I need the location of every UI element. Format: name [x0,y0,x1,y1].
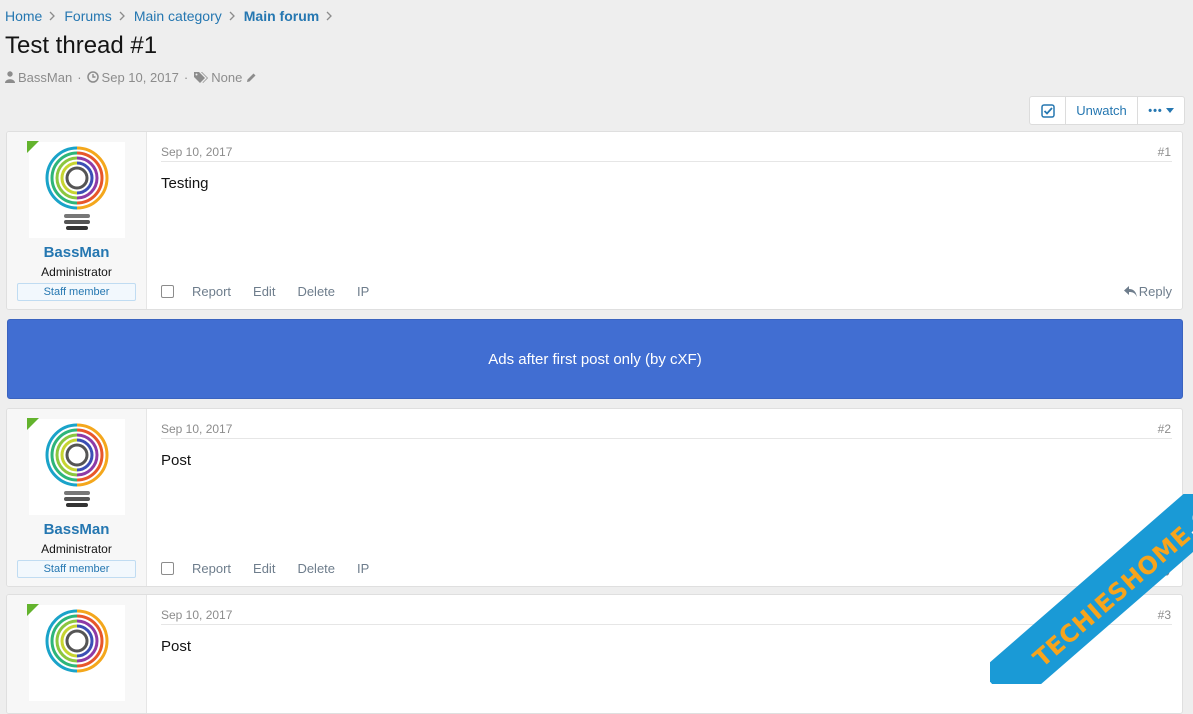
reply-button[interactable]: Reply [1123,283,1172,299]
post-body: Post [161,638,192,655]
post-number-link[interactable]: #3 [1158,608,1172,622]
ip-link[interactable]: IP [357,561,369,576]
post-select-checkbox[interactable] [161,561,174,575]
username-link[interactable]: BassMan [44,244,110,261]
post-number-link[interactable]: #2 [1158,422,1172,436]
staff-badge: Staff member [17,560,136,578]
online-indicator [27,418,39,430]
ad-text: Ads after first post only (by cXF) [488,350,702,368]
chevron-right-icon [326,11,333,21]
post-date-link[interactable]: Sep 10, 2017 [161,608,232,622]
avatar[interactable] [28,605,125,701]
post-user-panel [7,595,147,713]
thread-toolbar: Unwatch ••• [1029,96,1185,125]
breadcrumb: Home Forums Main category Main forum [5,6,341,26]
post-content: Sep 10, 2017 #1 Testing Report Edit Dele… [147,132,1182,309]
user-title: Administrator [41,265,112,279]
edit-link[interactable]: Edit [253,284,275,299]
post-user-panel: BassMan Administrator Staff member [7,409,147,586]
avatar[interactable] [28,142,125,238]
report-link[interactable]: Report [192,284,231,299]
caret-down-icon [1165,108,1174,113]
meta-separator: · [183,69,189,85]
ad-banner[interactable]: Ads after first post only (by cXF) [7,319,1183,399]
post-body: Post [161,452,192,469]
thread-tags: None [211,69,243,85]
select-posts-button[interactable] [1030,97,1066,124]
check-square-icon [1040,103,1055,118]
chevron-right-icon [49,11,56,21]
post-user-panel: BassMan Administrator Staff member [7,132,147,309]
breadcrumb-main-category[interactable]: Main category [134,8,222,24]
reply-icon [1123,562,1137,574]
post-1: BassMan Administrator Staff member Sep 1… [6,131,1183,310]
post-header: Sep 10, 2017 #1 [161,132,1172,162]
breadcrumb-forums[interactable]: Forums [64,8,111,24]
online-indicator [27,604,39,616]
post-actions: Report Edit Delete IP Reply [161,282,1172,300]
post-body: Testing [161,175,209,192]
post-actions: Report Edit Delete IP Reply [161,559,1172,577]
reply-label: Reply [1138,560,1172,576]
chevron-right-icon [119,11,126,21]
delete-link[interactable]: Delete [297,284,335,299]
user-icon [5,71,15,83]
breadcrumb-home[interactable]: Home [5,8,42,24]
thread-meta: BassMan · Sep 10, 2017 · None [5,68,260,86]
staff-badge: Staff member [17,283,136,301]
online-indicator [27,141,39,153]
post-number-link[interactable]: #1 [1158,145,1172,159]
post-content: Sep 10, 2017 #3 Post [147,595,1182,713]
more-dots-label: ••• [1148,104,1163,117]
post-header: Sep 10, 2017 #3 [161,595,1172,625]
post-select-checkbox[interactable] [161,284,174,298]
unwatch-button[interactable]: Unwatch [1066,97,1138,124]
ip-link[interactable]: IP [357,284,369,299]
reply-button[interactable]: Reply [1123,560,1172,576]
page-title: Test thread #1 [5,32,158,59]
post-date-link[interactable]: Sep 10, 2017 [161,145,232,159]
delete-link[interactable]: Delete [297,561,335,576]
edit-tags-pencil-icon[interactable] [246,72,257,83]
reply-icon [1123,285,1137,297]
post-2: BassMan Administrator Staff member Sep 1… [6,408,1183,587]
reply-label: Reply [1138,283,1172,299]
username-link[interactable]: BassMan [44,521,110,538]
user-title: Administrator [41,542,112,556]
edit-link[interactable]: Edit [253,561,275,576]
clock-icon [86,71,99,83]
report-link[interactable]: Report [192,561,231,576]
thread-date-link[interactable]: Sep 10, 2017 [102,70,179,85]
post-header: Sep 10, 2017 #2 [161,409,1172,439]
breadcrumb-main-forum[interactable]: Main forum [244,8,319,24]
chevron-right-icon [229,11,236,21]
thread-starter-link[interactable]: BassMan [18,70,72,85]
post-date-link[interactable]: Sep 10, 2017 [161,422,232,436]
post-3: Sep 10, 2017 #3 Post [6,594,1183,714]
meta-separator: · [77,69,82,85]
more-options-button[interactable]: ••• [1138,97,1184,124]
post-content: Sep 10, 2017 #2 Post Report Edit Delete … [147,409,1182,586]
tags-icon [193,71,209,83]
avatar[interactable] [28,419,125,515]
